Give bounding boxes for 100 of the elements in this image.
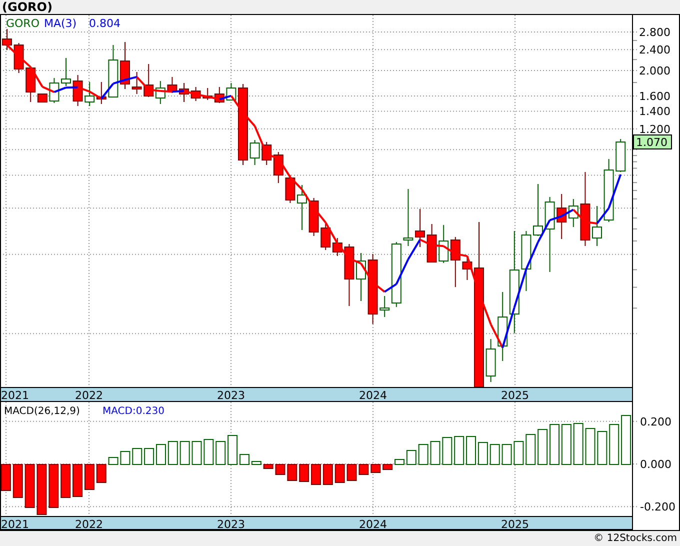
- axis-label: -0.200: [640, 500, 676, 514]
- legend-label: 0.804: [89, 17, 120, 30]
- macd-bar: [561, 424, 572, 465]
- price-badge: 1.070: [633, 134, 672, 150]
- candle: [190, 86, 201, 102]
- candle: [415, 208, 425, 248]
- candle: [155, 80, 166, 104]
- macd-bar: [585, 428, 596, 465]
- copyright-text: © 12Stocks.com: [594, 533, 677, 544]
- macd-bar: [156, 444, 166, 465]
- macd-bar: [96, 464, 106, 483]
- candle: [308, 198, 319, 236]
- macd-bar: [442, 437, 452, 465]
- macd-bar: [132, 448, 142, 465]
- candle: [616, 138, 626, 172]
- macd-bar: [24, 464, 35, 508]
- macd-bar: [204, 439, 214, 465]
- macd-bar: [550, 424, 560, 465]
- candle: [144, 64, 154, 98]
- candle: [426, 224, 437, 262]
- candle: [84, 82, 95, 106]
- macd-bar: [478, 442, 488, 465]
- macd-bar: [72, 464, 82, 497]
- candle: [521, 230, 532, 292]
- date-label: 2022: [75, 389, 103, 402]
- candle: [250, 140, 260, 166]
- macd-bar: [346, 464, 357, 481]
- candle: [297, 184, 307, 230]
- candle: [262, 142, 272, 166]
- candle: [214, 86, 224, 104]
- macd-bar: [370, 464, 381, 473]
- macd-bar: [466, 436, 476, 465]
- macd-bar: [334, 464, 345, 483]
- macd-bar: [251, 461, 262, 465]
- macd-bar: [490, 444, 500, 465]
- macd-bar: [454, 436, 464, 465]
- macd-bar: [216, 441, 226, 465]
- legend-label: MA(3): [44, 17, 77, 30]
- axis-label: 1.400: [639, 105, 670, 118]
- macd-bar: [120, 451, 130, 465]
- date-label: 2024: [359, 389, 387, 402]
- candle: [273, 152, 284, 184]
- candle: [14, 42, 24, 74]
- candle: [486, 338, 496, 382]
- candle: [108, 44, 118, 98]
- macd-bar: [358, 464, 369, 475]
- macd-bar: [180, 441, 190, 465]
- macd-bar: [48, 464, 59, 508]
- macd-bar: [60, 464, 71, 498]
- macd-bar: [108, 457, 118, 465]
- macd-bar: [621, 415, 632, 465]
- candle: [320, 224, 331, 250]
- candle: [285, 174, 296, 204]
- candle: [49, 78, 60, 104]
- macd-bar: [502, 444, 512, 465]
- date-label: 2024: [359, 518, 387, 530]
- macd-bar: [36, 464, 47, 515]
- macd-bar: [430, 441, 440, 465]
- macd-bar: [275, 464, 286, 475]
- chart-title: (GORO): [2, 0, 52, 14]
- candle: [61, 58, 71, 86]
- candle: [533, 184, 543, 236]
- axis-label: 0.200: [640, 415, 672, 428]
- macd-bar: [1, 464, 11, 491]
- candle: [604, 158, 614, 222]
- macd-bar: [609, 424, 620, 465]
- macd-bar: [311, 464, 321, 485]
- candle: [462, 256, 472, 280]
- legend-label: GORO: [6, 17, 40, 30]
- macd-bar: [406, 450, 416, 465]
- candle: [120, 42, 130, 90]
- candle: [72, 74, 83, 106]
- macd-bar: [322, 464, 333, 485]
- axis-label: 1.200: [639, 122, 670, 136]
- candle: [344, 244, 354, 306]
- axis-label: 1.600: [639, 90, 670, 103]
- candle: [356, 252, 366, 302]
- candle: [332, 238, 342, 256]
- date-label: 2025: [501, 518, 529, 530]
- candle: [403, 188, 414, 246]
- date-label: 2023: [217, 518, 245, 530]
- candle: [368, 254, 378, 324]
- macd-bar: [514, 441, 524, 465]
- macd-bar: [192, 441, 202, 465]
- date-label: 2021: [1, 518, 29, 530]
- macd-bar: [597, 431, 608, 465]
- candle: [2, 28, 12, 50]
- legend-label: MACD:0.230: [102, 406, 164, 417]
- chart-title: MACD(26,12,9): [4, 406, 80, 417]
- axis-label: 2.400: [639, 44, 670, 57]
- macd-bar: [299, 464, 310, 482]
- macd-bar: [538, 429, 548, 465]
- macd-bar: [263, 464, 274, 469]
- macd-bar: [12, 464, 23, 498]
- date-label: 2022: [75, 518, 103, 530]
- candle: [167, 76, 178, 94]
- candle: [226, 82, 236, 100]
- axis-label: 2.800: [639, 26, 670, 39]
- macd-bar: [144, 448, 154, 465]
- date-label: 2025: [501, 389, 529, 402]
